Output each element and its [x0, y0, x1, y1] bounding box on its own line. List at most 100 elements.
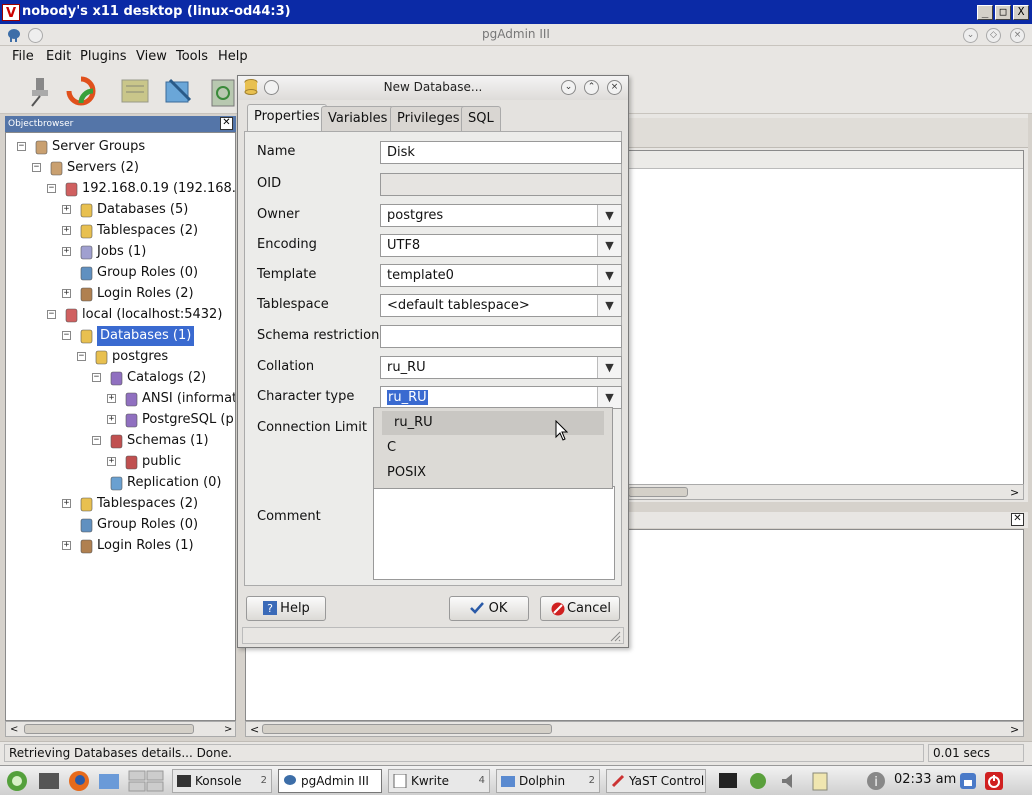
expand-toggle[interactable]: + [107, 415, 116, 424]
scroll-right-icon[interactable]: > [1010, 486, 1019, 499]
expand-toggle[interactable]: + [62, 289, 71, 298]
menu-plugins[interactable]: Plugins [80, 49, 127, 64]
tree-node[interactable]: 192.168.0.19 (192.168.0.1 [82, 179, 235, 199]
tree-node[interactable]: ANSI (informati [142, 389, 235, 409]
volume-icon[interactable] [778, 771, 798, 791]
dropdown-option[interactable]: C [375, 436, 611, 460]
tree-node[interactable]: local (localhost:5432) [82, 305, 222, 325]
tree-node[interactable]: Databases (1) [97, 326, 195, 346]
tab-properties[interactable]: Properties [247, 104, 327, 131]
app-close-button[interactable]: × [1010, 28, 1025, 43]
file-manager-launcher-icon[interactable] [98, 771, 120, 791]
vnc-maximize-button[interactable]: □ [995, 5, 1011, 20]
app-maximize-button[interactable]: ◇ [986, 28, 1001, 43]
logout-icon[interactable] [984, 771, 1004, 791]
chevron-down-icon[interactable]: ▼ [597, 387, 621, 408]
dialog-minimize-button[interactable]: ⌄ [561, 80, 576, 95]
start-menu-icon[interactable] [4, 769, 30, 793]
collapse-toggle[interactable]: − [92, 436, 101, 445]
app-minimize-button[interactable]: ⌄ [963, 28, 978, 43]
collapse-toggle[interactable]: − [77, 352, 86, 361]
task-pgadmin[interactable]: pgAdmin III [278, 769, 382, 793]
tab-privileges[interactable]: Privileges [390, 106, 467, 131]
properties-icon[interactable] [118, 74, 152, 108]
tree-node[interactable]: PostgreSQL (p [142, 410, 234, 430]
chevron-down-icon[interactable]: ▼ [597, 235, 621, 256]
chevron-down-icon[interactable]: ▼ [597, 265, 621, 286]
resize-grip-icon[interactable] [609, 630, 621, 642]
encoding-select[interactable]: UTF8 ▼ [380, 234, 622, 257]
package-updater-icon[interactable] [748, 771, 768, 791]
tree-node[interactable]: postgres [112, 347, 168, 367]
clock[interactable]: 02:33 am [894, 772, 956, 787]
scrollbar-thumb[interactable] [628, 487, 688, 497]
name-input[interactable]: Disk [380, 141, 622, 164]
task-dolphin[interactable]: Dolphin 2 [496, 769, 600, 793]
collapse-toggle[interactable]: − [92, 373, 101, 382]
menu-file[interactable]: File [12, 49, 34, 64]
tab-variables[interactable]: Variables [321, 106, 395, 131]
scroll-right-icon[interactable]: > [1010, 723, 1019, 736]
scrollbar-thumb[interactable] [24, 724, 194, 734]
lock-screen-icon[interactable] [958, 771, 978, 791]
vnc-minimize-button[interactable]: _ [977, 5, 993, 20]
tree-node[interactable]: Login Roles (2) [97, 284, 194, 304]
connect-plug-icon[interactable] [22, 74, 56, 108]
refresh-icon[interactable] [64, 74, 98, 108]
menu-edit[interactable]: Edit [46, 49, 71, 64]
dropdown-option[interactable]: POSIX [375, 461, 611, 485]
tree-node[interactable]: Group Roles (0) [97, 515, 198, 535]
owner-select[interactable]: postgres ▼ [380, 204, 622, 227]
tree-node[interactable]: public [142, 452, 181, 472]
task-konsole[interactable]: Konsole 2 [172, 769, 272, 793]
collation-select[interactable]: ru_RU ▼ [380, 356, 622, 379]
template-select[interactable]: template0 ▼ [380, 264, 622, 287]
task-kwrite[interactable]: Kwrite 4 [388, 769, 490, 793]
dialog-close-button[interactable]: × [607, 80, 622, 95]
info-icon[interactable]: i [866, 771, 886, 791]
drop-object-icon[interactable] [206, 74, 240, 108]
collapse-toggle[interactable]: − [17, 142, 26, 151]
tree-node[interactable]: Tablespaces (2) [97, 494, 198, 514]
expand-toggle[interactable]: + [62, 226, 71, 235]
tablespace-select[interactable]: <default tablespace> ▼ [380, 294, 622, 317]
expand-toggle[interactable]: + [107, 394, 116, 403]
tree-node[interactable]: Group Roles (0) [97, 263, 198, 283]
schema-restriction-input[interactable] [380, 325, 622, 348]
dialog-maximize-button[interactable]: ⌃ [584, 80, 599, 95]
expand-toggle[interactable]: + [62, 541, 71, 550]
firefox-icon[interactable] [68, 770, 90, 792]
collapse-toggle[interactable]: − [47, 184, 56, 193]
cancel-button[interactable]: Cancel [540, 596, 620, 621]
comment-textarea[interactable] [373, 486, 615, 580]
menu-view[interactable]: View [136, 49, 167, 64]
expand-toggle[interactable]: + [107, 457, 116, 466]
tree-node[interactable]: Schemas (1) [127, 431, 209, 451]
tree-node[interactable]: Tablespaces (2) [97, 221, 198, 241]
dropdown-option[interactable]: ru_RU [382, 411, 604, 435]
tree-node[interactable]: Catalogs (2) [127, 368, 206, 388]
character-type-dropdown[interactable]: ru_RU C POSIX [373, 407, 613, 489]
sql-scrollbar[interactable]: < > [245, 721, 1024, 737]
object-tree[interactable]: − Server Groups − Servers (2) − 192.168.0.19 … [5, 132, 236, 721]
collapse-toggle[interactable]: − [62, 331, 71, 340]
desktop-pager-icon[interactable] [128, 770, 164, 792]
tab-sql[interactable]: SQL [461, 106, 501, 131]
terminal-tray-icon[interactable] [718, 771, 738, 791]
tree-node[interactable]: Replication (0) [127, 473, 222, 493]
character-type-select[interactable]: ru_RU ▼ [380, 386, 622, 409]
chevron-down-icon[interactable]: ▼ [597, 295, 621, 316]
task-yast[interactable]: YaST Control [606, 769, 706, 793]
chevron-down-icon[interactable]: ▼ [597, 205, 621, 226]
objectbrowser-close-button[interactable]: ✕ [220, 117, 233, 130]
sql-pane-close-button[interactable]: ✕ [1011, 513, 1024, 526]
collapse-toggle[interactable]: − [47, 310, 56, 319]
scroll-left-icon[interactable]: < [10, 724, 18, 735]
tree-node[interactable]: Jobs (1) [97, 242, 146, 262]
collapse-toggle[interactable]: − [32, 163, 41, 172]
tree-node[interactable]: Server Groups [52, 137, 145, 157]
objectbrowser-scrollbar[interactable]: < > [5, 721, 236, 737]
tree-node[interactable]: Servers (2) [67, 158, 139, 178]
ok-button[interactable]: OK [449, 596, 529, 621]
menu-tools[interactable]: Tools [176, 49, 208, 64]
